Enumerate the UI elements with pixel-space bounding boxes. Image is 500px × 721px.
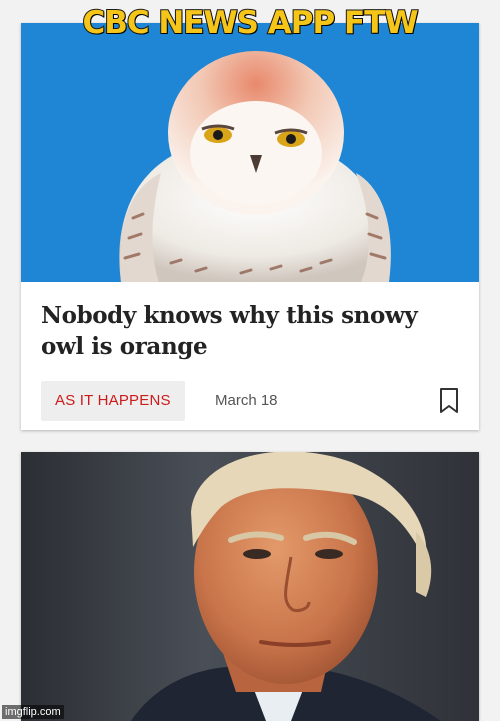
section-tag-as-it-happens[interactable]: AS IT HAPPENS <box>41 381 185 421</box>
portrait-illustration <box>21 452 479 721</box>
imgflip-watermark: imgflip.com <box>2 705 64 719</box>
article-card-owl[interactable]: Nobody knows why this snowy owl is orang… <box>21 23 479 430</box>
meme-caption: CBC NEWS APP FTW <box>81 4 419 42</box>
owl-illustration <box>21 23 479 282</box>
article-image-portrait[interactable] <box>21 452 479 721</box>
article-card-second[interactable] <box>21 452 479 721</box>
article-date: March 18 <box>215 392 278 409</box>
article-headline[interactable]: Nobody knows why this snowy owl is orang… <box>41 300 461 362</box>
bookmark-icon[interactable] <box>437 387 461 415</box>
article-image-owl[interactable] <box>21 23 479 282</box>
